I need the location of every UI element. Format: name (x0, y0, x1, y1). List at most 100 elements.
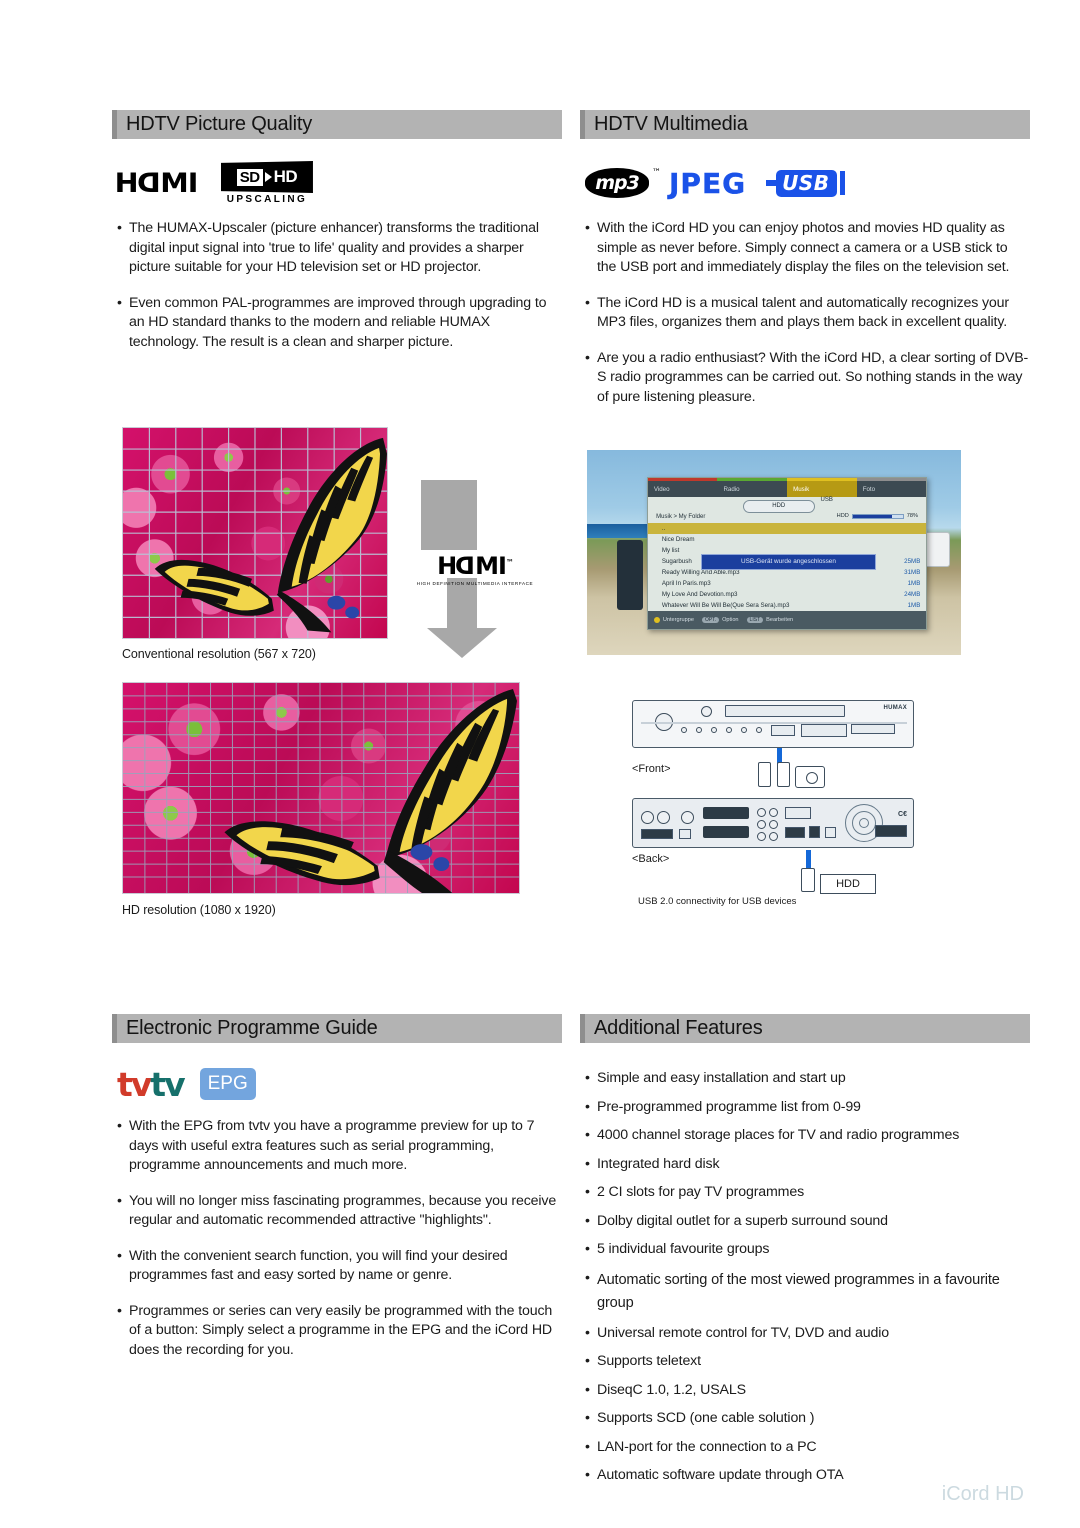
bullet-dot-icon: • (585, 1127, 590, 1143)
figure-conventional-resolution (122, 427, 388, 639)
footer-product-name: iCord HD (941, 1483, 1024, 1505)
bullet-text: Programmes or series can very easily be … (129, 1302, 553, 1358)
jpeg-logo-icon: JPEG (669, 166, 747, 200)
tv-footer-bar: Untergruppe OPT. Option LIST Bearbeiten (647, 611, 927, 630)
footer-action-untergruppe[interactable]: Untergruppe (653, 617, 694, 624)
tab-video[interactable]: Video (647, 477, 718, 498)
bullet-text: With the iCord HD you can enjoy photos a… (597, 220, 1010, 275)
table-row[interactable]: Whatever Will Be Will Be(Que Sera Sera).… (648, 600, 927, 611)
usb-logo-icon: USB (766, 169, 846, 197)
file-size: 24MB (904, 591, 921, 599)
bullet-text: 2 CI slots for pay TV programmes (597, 1184, 805, 1200)
bullet-text: Even common PAL-programmes are improved … (129, 294, 547, 350)
bullet-text: Dolby digital outlet for a superb surrou… (597, 1212, 888, 1229)
tv-screenshot: Video Radio Musik Foto HDD USB Musik > M… (587, 450, 961, 655)
table-row[interactable]: April In Paris.mp3 1MB (648, 578, 927, 589)
key-pill: LIST (746, 617, 764, 624)
front-button-icon (696, 727, 702, 733)
bullet-dot-icon: • (585, 1353, 590, 1369)
list-item: • Are you a radio enthusiast? With the i… (585, 349, 1030, 408)
usb-stick-icon (758, 762, 771, 787)
usb-label: USB (776, 169, 838, 197)
back-antenna-out (657, 811, 670, 824)
section-header-multimedia: HDTV Multimedia (580, 110, 1030, 139)
bullet-dot-icon: • (585, 1269, 590, 1286)
mp3-logo-icon: mp3 (585, 168, 660, 198)
table-row[interactable]: Nice Dream (648, 534, 927, 545)
ce-mark-icon: C€ (898, 811, 907, 818)
source-selector-hdd[interactable]: HDD (742, 500, 815, 513)
back-audio-port (769, 808, 778, 817)
usb-bar-icon (840, 171, 846, 195)
usb-stick-icon-2 (777, 762, 790, 787)
file-size: 1MB (907, 602, 921, 610)
sd-to-hd-upscaling-icon: SD HD UPSCALING (220, 161, 313, 205)
arrow-right-icon (264, 172, 272, 182)
bullet-list-multimedia: • With the iCord HD you can enjoy photos… (580, 219, 1030, 407)
section-picture-quality: HDTV Picture Quality HDMI SD HD UPSCALIN… (112, 110, 562, 368)
bullet-dot-icon: • (585, 294, 590, 311)
front-ci-slot (801, 724, 847, 737)
tab-musik[interactable]: Musik (787, 477, 857, 498)
list-item: • Pre-programmed programme list from 0-9… (585, 1098, 1030, 1118)
file-size: 25MB (904, 558, 921, 566)
bullet-text: Are you a radio enthusiast? With the iCo… (597, 349, 1029, 405)
section-multimedia: HDTV Multimedia mp3 JPEG USB • With the … (580, 110, 1030, 423)
table-row[interactable]: My Love And Devotion.mp3 24MB (648, 589, 927, 600)
bullet-text: With the convenient search function, you… (129, 1247, 508, 1284)
storage-indicator: HDD 78% (837, 513, 918, 519)
tv-tab-bar[interactable]: Video Radio Musik Foto (647, 477, 927, 498)
bullet-dot-icon: • (117, 1247, 122, 1264)
file-name: Nice Dream (661, 536, 695, 544)
bullet-dot-icon: • (585, 1381, 590, 1398)
bullet-dot-icon: • (117, 1302, 122, 1319)
flower-photo (123, 683, 519, 893)
hdmi-logo-center: HDMI™ HIGH DEFINITION MULTIMEDIA INTERFA… (404, 552, 546, 586)
usb-plug-icon (766, 180, 777, 186)
file-name: Ready Willing And Able.mp3 (661, 569, 740, 577)
footer-action-bearbeiten[interactable]: LIST Bearbeiten (746, 617, 793, 624)
bullet-list-picture-quality: • The HUMAX-Upscaler (picture enhancer) … (112, 219, 562, 352)
bullet-text: The iCord HD is a musical talent and aut… (597, 294, 1009, 331)
back-rating-label (875, 825, 907, 837)
file-list[interactable]: .. Nice Dream My list Sugarbush 25MB Rea… (647, 523, 927, 622)
tab-radio[interactable]: Radio (717, 477, 788, 498)
bullet-dot-icon: • (585, 1324, 590, 1341)
list-item: • Universal remote control for TV, DVD a… (585, 1324, 1030, 1344)
hdmi-logo-icon: HDMI (114, 167, 199, 199)
list-item: • 4000 channel storage places for TV and… (585, 1126, 1030, 1146)
bullet-text: Pre-programmed programme list from 0-99 (597, 1098, 861, 1115)
section-title: HDTV Multimedia (594, 113, 748, 135)
storage-percent: 78% (906, 513, 918, 520)
list-item: • Supports teletext (585, 1352, 1030, 1372)
logo-row-epg: tvtv EPG (112, 1059, 562, 1109)
file-name: My list (661, 547, 680, 555)
bullet-dot-icon: • (585, 1410, 590, 1426)
file-name: April In Paris.mp3 (661, 580, 711, 588)
back-scart-2 (703, 826, 749, 838)
back-audio-port (757, 832, 766, 841)
tab-foto[interactable]: Foto (856, 477, 927, 498)
table-row[interactable]: .. (647, 523, 927, 535)
bullet-text: LAN-port for the connection to a PC (597, 1438, 817, 1455)
back-audio-port (769, 820, 778, 829)
bullet-dot-icon: • (585, 1241, 590, 1257)
section-title: Electronic Programme Guide (126, 1017, 378, 1039)
source-selector-label: HDD (772, 503, 786, 510)
caption-hd-resolution: HD resolution (1080 x 1920) (122, 903, 276, 917)
section-header-epg: Electronic Programme Guide (112, 1014, 562, 1043)
back-rf-port (681, 811, 694, 824)
usb-hdd-plug-icon (801, 868, 815, 892)
list-item: • The iCord HD is a musical talent and a… (585, 294, 1030, 333)
tv-person (616, 540, 644, 610)
tab-label: Foto (862, 485, 876, 493)
back-scart-1 (703, 807, 749, 819)
bullet-text: DiseqC 1.0, 1.2, USALS (597, 1381, 746, 1398)
footer-action-option[interactable]: OPT. Option (701, 617, 739, 624)
front-button-icon (741, 727, 747, 733)
bullet-text: Integrated hard disk (597, 1155, 720, 1172)
epg-badge-icon: EPG (199, 1068, 256, 1100)
hd-label: HD (273, 167, 298, 186)
file-name: Sugarbush (661, 558, 692, 566)
back-usb-port (809, 826, 820, 838)
